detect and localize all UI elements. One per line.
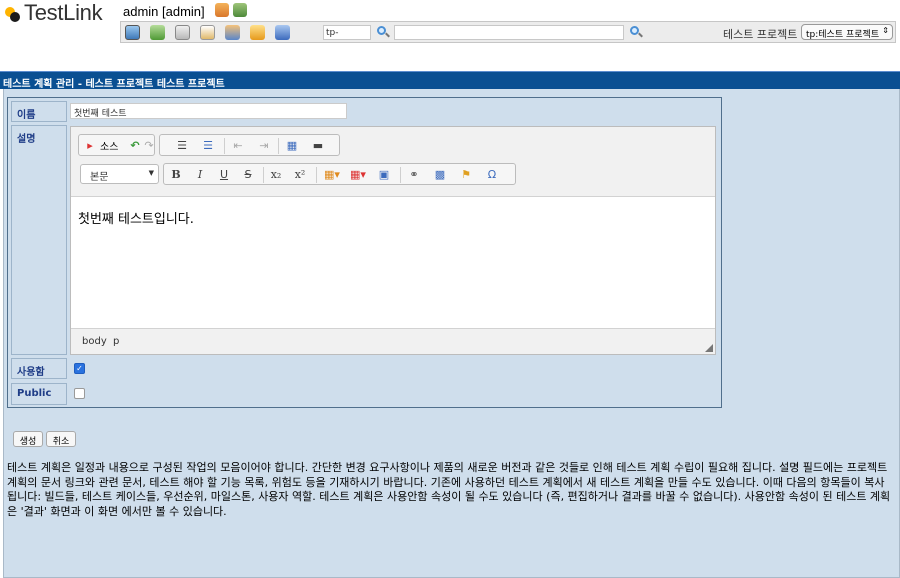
link-icon[interactable]: ⚭ [406, 167, 422, 182]
editor-toolbar: ▸ 소스 ↶ ↷ ☰ ☰ ⇤ ⇥ ▦ ▬ 본문 ▼ B I U S x₂ x² … [71, 127, 715, 197]
users-icon[interactable] [225, 25, 240, 40]
resize-grip-icon[interactable] [705, 344, 713, 352]
search-icon[interactable] [376, 25, 390, 39]
current-user: admin [admin] [123, 4, 205, 19]
outdent-icon[interactable]: ⇤ [230, 138, 246, 153]
toolbar-group-lists: ☰ ☰ ⇤ ⇥ ▦ ▬ [159, 134, 340, 156]
testplan-form: 이름 첫번째 테스트 설명 ▸ 소스 ↶ ↷ ☰ ☰ ⇤ ⇥ ▦ ▬ 본문 ▼ … [7, 97, 722, 408]
underline-icon[interactable]: U [216, 167, 232, 182]
flag-icon[interactable]: ⚑ [458, 167, 474, 182]
active-checkbox[interactable]: ✓ [74, 363, 85, 374]
insert-image-icon[interactable]: ▩ [432, 167, 448, 182]
toolbar-separator [224, 138, 225, 154]
redo-icon[interactable]: ↷ [141, 138, 157, 153]
testplan-search-input[interactable]: tp- [323, 25, 371, 40]
feather-icon[interactable] [275, 25, 290, 40]
page-title-bar: 테스트 계획 관리 - 테스트 프로젝트 테스트 프로젝트 [0, 71, 900, 90]
strikethrough-icon[interactable]: S [240, 167, 256, 182]
search-icon[interactable] [629, 25, 643, 39]
project-selected-value: tp:테스트 프로젝트 [806, 30, 880, 40]
image-icon[interactable]: ▣ [376, 167, 392, 182]
superscript-icon[interactable]: x² [292, 167, 308, 182]
subscript-icon[interactable]: x₂ [268, 167, 284, 182]
table-icon[interactable]: ▦▾ [348, 167, 368, 182]
italic-icon[interactable]: I [192, 167, 208, 182]
description-label: 설명 [11, 125, 67, 355]
chevron-up-down-icon: ⇕ [882, 26, 889, 35]
toolbar-group-source: ▸ 소스 ↶ ↷ [78, 134, 155, 156]
bold-icon[interactable]: B [168, 167, 184, 182]
numbered-list-icon[interactable]: ☰ [174, 138, 190, 153]
main-panel: 이름 첫번째 테스트 설명 ▸ 소스 ↶ ↷ ☰ ☰ ⇤ ⇥ ▦ ▬ 본문 ▼ … [3, 89, 900, 578]
omega-icon[interactable]: Ω [484, 167, 500, 182]
toolbar-separator [400, 167, 401, 183]
format-selected-value: 본문 [90, 172, 109, 183]
logout-icon[interactable] [233, 3, 247, 17]
project-label: 테스트 프로젝트 [723, 28, 798, 41]
toolbar-group-formatting: B I U S x₂ x² ▦▾ ▦▾ ▣ ⚭ ▩ ⚑ Ω [163, 163, 516, 185]
top-menu-bar: tp- 테스트 프로젝트 tp:테스트 프로젝트 ⇕ [120, 21, 896, 43]
create-button[interactable]: 생성 [13, 431, 43, 447]
help-text: 테스트 계획은 일정과 내용으로 구성된 작업의 모음이어야 합니다. 간단한 … [7, 461, 891, 518]
name-label: 이름 [11, 101, 67, 122]
test-spec-icon[interactable] [175, 25, 190, 40]
source-button-label[interactable]: 소스 [100, 138, 118, 153]
horizontal-rule-icon[interactable]: ▬ [310, 138, 326, 153]
toolbar-separator [316, 167, 317, 183]
user-icon[interactable] [215, 3, 229, 17]
testlink-logo[interactable]: TestLink [3, 0, 103, 25]
active-label: 사용함 [11, 358, 67, 379]
rich-text-editor: ▸ 소스 ↶ ↷ ☰ ☰ ⇤ ⇥ ▦ ▬ 본문 ▼ B I U S x₂ x² … [70, 126, 716, 355]
name-input[interactable]: 첫번째 테스트 [70, 103, 347, 119]
desktop-icon[interactable] [125, 25, 140, 40]
path-body[interactable]: body [82, 336, 107, 347]
public-checkbox[interactable] [74, 388, 85, 399]
logo-text: TestLink [24, 0, 103, 25]
document-icon[interactable] [200, 25, 215, 40]
cancel-button[interactable]: 취소 [46, 431, 76, 447]
tree-icon[interactable] [150, 25, 165, 40]
table-layout-icon[interactable]: ▦ [284, 138, 300, 153]
logo-mark-icon [3, 4, 22, 23]
indent-icon[interactable]: ⇥ [256, 138, 272, 153]
toolbar-separator [263, 167, 264, 183]
source-icon[interactable]: ▸ [82, 138, 98, 153]
format-select[interactable]: 본문 ▼ [80, 164, 159, 184]
project-select[interactable]: tp:테스트 프로젝트 ⇕ [801, 24, 893, 40]
public-label: Public [11, 383, 67, 405]
color-picker-icon[interactable]: ▦▾ [322, 167, 342, 182]
chevron-down-icon: ▼ [148, 169, 154, 177]
path-p[interactable]: p [113, 336, 119, 347]
editor-status-bar: body p [71, 328, 715, 354]
bulleted-list-icon[interactable]: ☰ [200, 138, 216, 153]
testcase-search-input[interactable] [394, 25, 624, 40]
bug-icon[interactable] [250, 25, 265, 40]
toolbar-separator [278, 138, 279, 154]
editor-content[interactable]: 첫번째 테스트입니다. [78, 208, 194, 227]
